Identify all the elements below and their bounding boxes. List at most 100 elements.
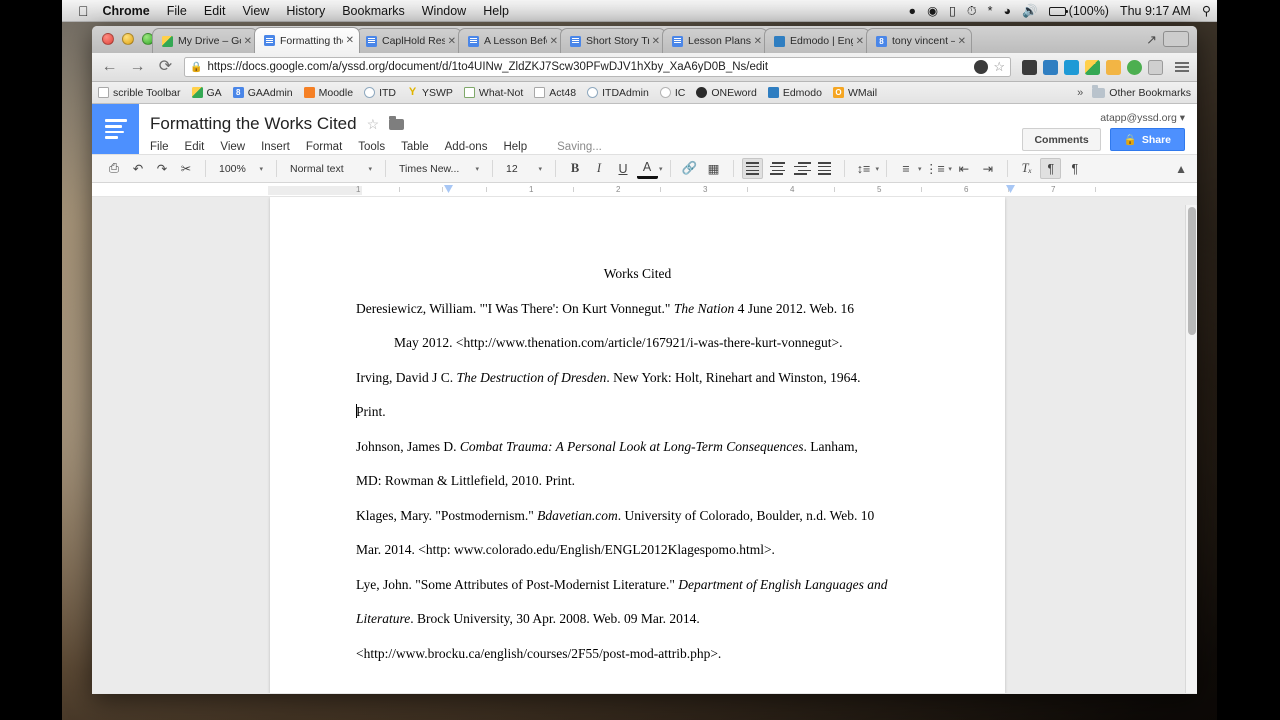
document-title[interactable]: Formatting the Works Cited	[150, 114, 357, 134]
close-tab-icon[interactable]: ✕	[448, 36, 456, 47]
paragraph-style-select[interactable]: Normal text ▾	[286, 158, 376, 179]
chevron-down-icon[interactable]: ▾	[918, 165, 922, 173]
minimize-window-button[interactable]	[122, 33, 134, 45]
volume-icon[interactable]: 🔊	[1022, 5, 1038, 18]
extension-icon-3[interactable]	[1064, 59, 1079, 75]
docs-menu-file[interactable]: File	[150, 141, 169, 153]
document-scrollbar[interactable]	[1185, 205, 1197, 693]
bookmarks-overflow-icon[interactable]: »	[1077, 87, 1083, 99]
bookmark-moodle[interactable]: Moodle	[303, 87, 353, 99]
numbered-list-icon[interactable]: ≡	[896, 158, 917, 179]
docs-menu-help[interactable]: Help	[503, 141, 527, 153]
scrollbar-thumb[interactable]	[1187, 207, 1196, 335]
star-icon[interactable]: ☆	[367, 116, 380, 133]
bulleted-list-icon[interactable]: ⋮≡	[923, 158, 947, 179]
clear-formatting-icon[interactable]: Tₓ	[1016, 158, 1037, 179]
page-action-icon[interactable]	[974, 60, 989, 74]
menu-item-history[interactable]: History	[286, 4, 325, 18]
battery-icon[interactable]: (100%)	[1048, 4, 1109, 18]
menu-item-view[interactable]: View	[242, 4, 269, 18]
bluetooth-icon[interactable]: *	[988, 5, 993, 18]
display-icon[interactable]: ▯	[949, 5, 956, 18]
extension-icon-5[interactable]	[1106, 59, 1121, 75]
docs-logo-icon[interactable]	[92, 104, 139, 154]
docs-menu-format[interactable]: Format	[306, 141, 342, 153]
bookmark-ga[interactable]: GA	[191, 87, 222, 99]
docs-menu-table[interactable]: Table	[401, 141, 429, 153]
collapse-toolbar-icon[interactable]: ▲	[1175, 162, 1187, 176]
paint-format-icon[interactable]: ✂	[176, 158, 197, 179]
folder-icon[interactable]	[389, 115, 405, 130]
menu-bar-clock[interactable]: Thu 9:17 AM	[1120, 4, 1191, 18]
document-page[interactable]: Works Cited Deresiewicz, William. "'I Wa…	[270, 197, 1005, 693]
menu-item-file[interactable]: File	[167, 4, 187, 18]
close-tab-icon[interactable]: ✕	[652, 36, 660, 47]
close-tab-icon[interactable]: ✕	[754, 36, 762, 47]
document-ruler[interactable]: 1 1 2 3 4 5 6 7	[92, 183, 1197, 197]
docs-menu-view[interactable]: View	[220, 141, 245, 153]
align-right-icon[interactable]	[790, 158, 812, 179]
font-family-select[interactable]: Times New... ▾	[395, 158, 483, 179]
close-tab-icon[interactable]: ✕	[856, 36, 864, 47]
decrease-indent-icon[interactable]: ⇤	[953, 158, 974, 179]
close-window-button[interactable]	[102, 33, 114, 45]
close-tab-icon[interactable]: ✕	[346, 35, 354, 46]
menu-item-edit[interactable]: Edit	[204, 4, 226, 18]
bookmark-what-not[interactable]: What-Not	[463, 87, 523, 99]
url-text[interactable]: https://docs.google.com/a/yssd.org/docum…	[207, 61, 969, 73]
close-tab-icon[interactable]: ✕	[550, 36, 558, 47]
chevron-down-icon[interactable]: ▾	[948, 165, 952, 173]
browser-tab-caplhold-resea[interactable]: CaplHold Resea ✕	[356, 28, 462, 53]
apple-menu-icon[interactable]: 	[78, 4, 89, 18]
bold-button[interactable]: B	[565, 158, 586, 179]
align-center-icon[interactable]	[766, 158, 787, 179]
close-tab-icon[interactable]: ✕	[958, 36, 966, 47]
align-justify-icon[interactable]	[814, 158, 835, 179]
bookmark-ic[interactable]: IC	[659, 87, 685, 99]
undo-icon[interactable]: ↶	[128, 158, 149, 179]
left-to-right-icon[interactable]: ¶	[1040, 158, 1062, 179]
dropbox-icon[interactable]: ●	[909, 5, 917, 18]
browser-tab-a-lesson-before[interactable]: A Lesson Before ✕	[458, 28, 564, 53]
wifi-icon[interactable]: ◕	[1004, 5, 1012, 18]
right-to-left-icon[interactable]: ¶	[1064, 158, 1085, 179]
menu-item-help[interactable]: Help	[483, 4, 509, 18]
underline-button[interactable]: U	[613, 158, 634, 179]
browser-tab-edmodo[interactable]: Edmodo | Engli ✕	[764, 28, 870, 53]
account-email[interactable]: atapp@yssd.org ▾	[1100, 112, 1185, 124]
backup-icon[interactable]: ◉	[927, 5, 938, 18]
close-tab-icon[interactable]: ✕	[244, 36, 252, 47]
insert-comment-icon[interactable]: ▦	[703, 158, 724, 179]
time-machine-icon[interactable]: ⏱	[967, 5, 977, 18]
extension-icon-2[interactable]	[1043, 59, 1058, 75]
other-bookmarks-folder[interactable]: Other Bookmarks	[1092, 85, 1191, 99]
forward-button[interactable]: →	[128, 59, 147, 75]
docs-menu-addons[interactable]: Add-ons	[445, 141, 488, 153]
extension-icon-1[interactable]	[1022, 59, 1037, 75]
spotlight-search-icon[interactable]: ⚲	[1202, 5, 1211, 18]
chevron-down-icon[interactable]: ▾	[876, 165, 880, 173]
share-button[interactable]: 🔒 Share	[1109, 128, 1185, 151]
reload-button[interactable]: ⟳	[156, 59, 175, 75]
line-spacing-icon[interactable]: ↕≡	[853, 158, 874, 179]
bookmark-star-icon[interactable]: ☆	[993, 59, 1005, 75]
docs-menu-insert[interactable]: Insert	[261, 141, 290, 153]
browser-tab-my-drive[interactable]: My Drive – Goo ✕	[152, 28, 258, 53]
document-canvas[interactable]: Works Cited Deresiewicz, William. "'I Wa…	[92, 197, 1197, 693]
extension-icon-6[interactable]	[1127, 59, 1142, 75]
increase-indent-icon[interactable]: ⇥	[977, 158, 998, 179]
document-body[interactable]: Works Cited Deresiewicz, William. "'I Wa…	[270, 197, 1005, 671]
link-icon[interactable]: 🔗	[679, 158, 700, 179]
docs-menu-tools[interactable]: Tools	[358, 141, 385, 153]
menu-item-bookmarks[interactable]: Bookmarks	[342, 4, 405, 18]
extension-icon-7[interactable]	[1148, 59, 1163, 75]
menu-item-window[interactable]: Window	[422, 4, 466, 18]
menu-item-chrome[interactable]: Chrome	[103, 4, 150, 18]
address-bar[interactable]: 🔒 https://docs.google.com/a/yssd.org/doc…	[184, 57, 1011, 77]
bookmark-itd[interactable]: ITD	[364, 87, 396, 99]
browser-tab-formatting-the[interactable]: Formatting the ✕	[254, 27, 360, 53]
bookmark-yswp[interactable]: Y YSWP	[407, 87, 453, 99]
browser-tab-short-story-tra[interactable]: Short Story Tra ✕	[560, 28, 666, 53]
extension-icon-4[interactable]	[1085, 59, 1100, 75]
back-button[interactable]: ←	[100, 59, 119, 75]
